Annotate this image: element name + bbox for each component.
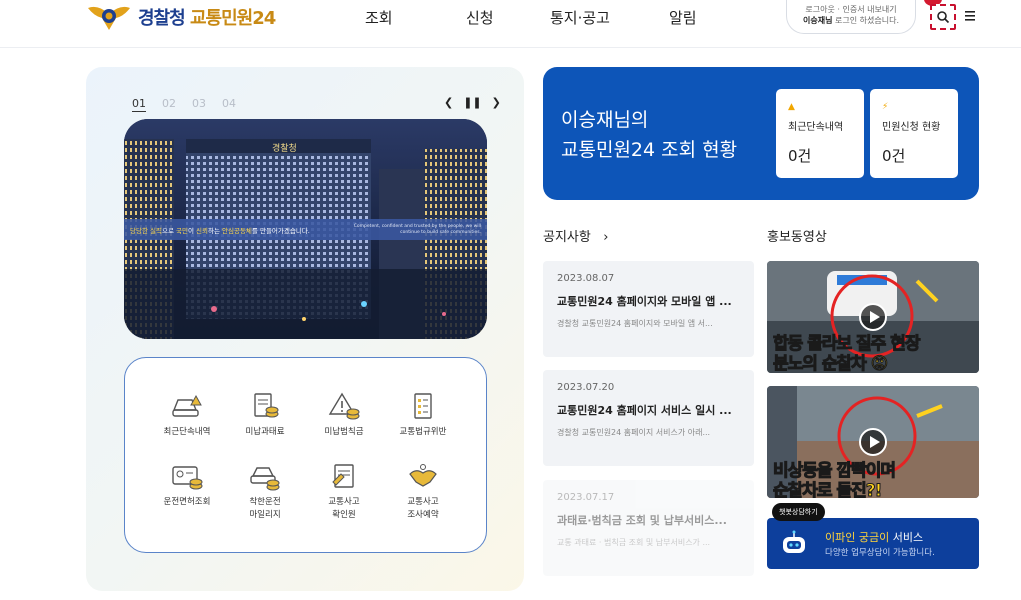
service-traffic-violation[interactable]: 교통법규위반 [383,392,463,439]
notice-section-title[interactable]: 공지사항 › [543,226,608,245]
banner-page-1[interactable]: 01 [132,97,146,112]
recent-enforcement-card[interactable]: ▲ 최근단속내역 0건 [776,89,864,178]
service-accident-reservation[interactable]: 교통사고 조사예약 [383,462,463,522]
service-unpaid-penalty[interactable]: 미납범칙금 [304,392,384,439]
promo-video-2[interactable]: 비상등을 깜빡이며 순찰차로 돌진?! [767,386,979,498]
status-title: 이승재님의 교통민원24 조회 현황 [561,109,738,161]
document-coin-icon [254,393,279,418]
banner-slogan-strip: 당당한 실력으로 국민이 신뢰하는 안심공동체를 만들어가겠습니다. Compe… [124,219,487,240]
nav-inquiry[interactable]: 조회 [365,7,393,28]
search-button[interactable] [930,4,956,30]
banner-controls: ❮ ❚❚ ❯ [444,96,501,109]
logout-link[interactable]: 로그아웃 · 인증서 내보내기 [787,4,915,15]
banner-slogan: 당당한 실력으로 국민이 신뢰하는 안심공동체를 만들어가겠습니다. [130,226,310,235]
robot-icon [783,530,805,553]
checklist-icon [414,393,432,419]
banner-pager: 01 02 03 04 [132,97,236,112]
chatbot-tag[interactable]: 챗봇상담하기 [772,503,825,521]
play-button-icon[interactable] [859,303,887,331]
service-recent-enforcement[interactable]: 최근단속내역 [147,392,227,439]
pause-icon[interactable]: ❚❚ [463,96,481,109]
complaint-status-card[interactable]: ⚡ 민원신청 현황 0건 [870,89,958,178]
license-card-icon [172,466,203,490]
warning-icon: ▲ [788,102,795,112]
nav-notice[interactable]: 통지·공고 [550,7,610,28]
handshake-icon [409,464,437,487]
chatbot-banner[interactable]: 이파인 궁금이 서비스 다양한 업무상담이 가능합니다. [767,518,979,569]
notice-item[interactable]: 2023.08.07 교통민원24 홈페이지와 모바일 앱 ... 경찰청 교통… [543,261,754,357]
inquiry-status-card: 이승재님의 교통민원24 조회 현황 ▲ 최근단속내역 0건 ⚡ 민원신청 현황… [543,67,979,200]
service-good-driving-mileage[interactable]: 착한운전 마일리지 [225,462,305,522]
nav-alerts[interactable]: 알림 [669,7,697,28]
hamburger-menu-icon[interactable] [963,9,977,23]
promo-video-1[interactable]: 합동 콜라보 질주 현장 분노의 순찰차 😡 [767,261,979,373]
login-box: 로그아웃 · 인증서 내보내기 이승재님 로그인 하셨습니다. [786,0,916,34]
notice-item[interactable]: 2023.07.20 교통민원24 홈페이지 서비스 일시 ... 경찰청 교통… [543,370,754,466]
building-sign: 경찰청 [272,142,297,154]
notice-item[interactable]: 2023.07.17 과태료·범칙금 조회 및 납부서비스... 교통 과태료 … [543,480,754,576]
nav-apply[interactable]: 신청 [466,7,494,28]
warning-coin-icon [328,392,360,420]
main-banner[interactable]: 경찰청 당당한 실력으로 국민이 신뢰하는 안심공동체를 만들어가겠습니다. C… [124,119,487,339]
prev-slide-icon[interactable]: ❮ [444,96,453,109]
search-icon [937,11,950,24]
service-accident-certificate[interactable]: 교통사고 확인원 [304,462,384,522]
car-coin-icon [250,467,280,491]
play-button-icon[interactable] [859,428,887,456]
banner-page-2[interactable]: 02 [162,97,176,112]
chevron-right-icon: › [603,230,609,245]
service-license-inquiry[interactable]: 운전면허조회 [147,462,227,509]
banner-page-4[interactable]: 04 [222,97,236,112]
video-section-title: 홍보동영상 [767,230,827,245]
quick-services: 최근단속내역 미납과태료 미납범칙금 교통법규위반 운전면허조회 착한운전 마일… [124,357,487,553]
site-header: 경찰청 교통민원24 조회 신청 통지·공고 알림 로그아웃 · 인증서 내보내… [0,0,1021,48]
certificate-icon [332,464,354,488]
banner-slogan-en: Competent, confident and trusted by the … [353,223,481,235]
lightning-icon: ⚡ [882,102,889,112]
next-slide-icon[interactable]: ❯ [492,96,501,109]
car-warning-icon [172,394,202,417]
user-name: 이승재님 [803,16,833,25]
service-unpaid-fine[interactable]: 미납과태료 [225,392,305,439]
banner-page-3[interactable]: 03 [192,97,206,112]
login-status: 로그인 하셨습니다. [835,16,899,25]
